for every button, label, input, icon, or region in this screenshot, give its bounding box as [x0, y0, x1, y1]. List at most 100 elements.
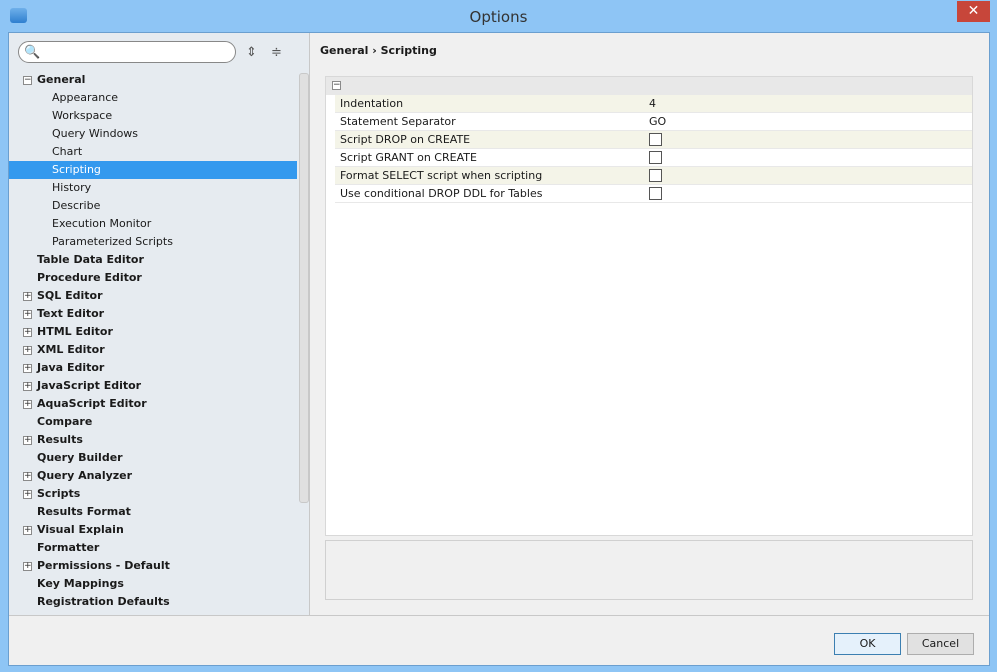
tree-item[interactable]: + Results — [9, 431, 297, 449]
options-dialog: 🔍 ⇕ ≑ − General Appearance Workspace Query W… — [8, 32, 990, 666]
tree-item-label: Query Builder — [37, 451, 123, 464]
property-value[interactable]: 4 — [649, 95, 656, 113]
tree-item-label: Chart — [52, 145, 83, 158]
property-label: Script GRANT on CREATE — [340, 151, 477, 164]
ok-button[interactable]: OK — [834, 633, 901, 655]
search-icon: 🔍 — [24, 45, 41, 60]
property-checkbox[interactable] — [649, 187, 662, 200]
property-checkbox[interactable] — [649, 169, 662, 182]
window-title: Options — [469, 8, 528, 26]
cancel-button[interactable]: Cancel — [907, 633, 974, 655]
tree-item-label: Procedure Editor — [37, 271, 142, 284]
tree-item[interactable]: Formatter — [9, 539, 297, 557]
tree-item[interactable]: Execution Monitor — [9, 215, 297, 233]
expand-icon[interactable]: + — [23, 562, 32, 571]
property-value[interactable]: GO — [649, 113, 666, 131]
collapse-icon[interactable]: − — [332, 81, 341, 90]
tree-item[interactable]: Appearance — [9, 89, 297, 107]
tree-item-label: Describe — [52, 199, 101, 212]
expand-icon[interactable]: + — [23, 328, 32, 337]
tree-item-label: XML Editor — [37, 343, 105, 356]
expand-icon[interactable]: + — [23, 400, 32, 409]
tree-item-label: Workspace — [52, 109, 113, 122]
tree-item[interactable]: Procedure Editor — [9, 269, 297, 287]
tree-item-label: Scripts — [37, 487, 81, 500]
tree-item-label: Parameterized Scripts — [52, 235, 173, 248]
tree-item[interactable]: Workspace — [9, 107, 297, 125]
expand-icon[interactable]: + — [23, 292, 32, 301]
tree-item[interactable]: Compare — [9, 413, 297, 431]
breadcrumb: General › Scripting — [320, 44, 437, 57]
tree-item[interactable]: Query Builder — [9, 449, 297, 467]
tree-item[interactable]: + Permissions - Default — [9, 557, 297, 575]
tree-item[interactable]: Scripting — [9, 161, 297, 179]
tree-item-label: Formatter — [37, 541, 100, 554]
property-row: Script GRANT on CREATE — [335, 149, 972, 167]
property-label: Indentation — [340, 97, 404, 110]
collapse-icon[interactable]: − — [23, 76, 32, 85]
title-bar: Options ✕ — [0, 0, 997, 33]
tree-scrollbar[interactable] — [299, 73, 309, 503]
tree-item-label: Key Mappings — [37, 577, 124, 590]
property-checkbox[interactable] — [649, 133, 662, 146]
expand-icon[interactable]: + — [23, 346, 32, 355]
tree-item-label: AquaScript Editor — [37, 397, 147, 410]
expand-icon[interactable]: + — [23, 472, 32, 481]
tree-item[interactable]: Results Format — [9, 503, 297, 521]
expand-icon[interactable]: + — [23, 436, 32, 445]
tree-item[interactable]: Table Data Editor — [9, 251, 297, 269]
property-row: Statement Separator GO — [335, 113, 972, 131]
tree-item-label: Execution Monitor — [52, 217, 152, 230]
property-row: Use conditional DROP DDL for Tables — [335, 185, 972, 203]
divider — [9, 615, 989, 616]
expand-icon[interactable]: + — [23, 364, 32, 373]
tree-item[interactable]: + Java Editor — [9, 359, 297, 377]
property-label: Use conditional DROP DDL for Tables — [340, 187, 543, 200]
tree-item[interactable]: + Scripts — [9, 485, 297, 503]
search-input[interactable]: 🔍 — [18, 41, 236, 63]
expand-icon[interactable]: + — [23, 490, 32, 499]
expand-all-icon[interactable]: ⇕ — [246, 45, 257, 60]
tree-item[interactable]: Query Windows — [9, 125, 297, 143]
tree-item-label: JavaScript Editor — [37, 379, 142, 392]
tree-item[interactable]: + AquaScript Editor — [9, 395, 297, 413]
options-tree: − General Appearance Workspace Query Windows… — [9, 71, 297, 611]
close-button[interactable]: ✕ — [957, 1, 990, 22]
tree-item-label: Registration Defaults — [37, 595, 170, 608]
tree-item[interactable]: + HTML Editor — [9, 323, 297, 341]
tree-item-label: Scripting — [52, 163, 101, 176]
tree-item-label: Permissions - Default — [37, 559, 170, 572]
property-group-header: − — [326, 77, 972, 95]
property-row: Script DROP on CREATE — [335, 131, 972, 149]
tree-item[interactable]: + JavaScript Editor — [9, 377, 297, 395]
tree-item-label: History — [52, 181, 92, 194]
tree-item[interactable]: Chart — [9, 143, 297, 161]
tree-item[interactable]: + SQL Editor — [9, 287, 297, 305]
property-row: Indentation 4 — [335, 95, 972, 113]
tree-item[interactable]: Describe — [9, 197, 297, 215]
tree-item[interactable]: − General — [9, 71, 297, 89]
tree-item-label: HTML Editor — [37, 325, 113, 338]
tree-item-label: Text Editor — [37, 307, 105, 320]
expand-icon[interactable]: + — [23, 382, 32, 391]
tree-item-label: General — [37, 73, 86, 86]
tree-item[interactable]: Registration Defaults — [9, 593, 297, 611]
property-grid: − Indentation 4 Statement Separator GO Scrip… — [325, 76, 973, 536]
collapse-all-icon[interactable]: ≑ — [271, 45, 282, 60]
tree-item[interactable]: + Text Editor — [9, 305, 297, 323]
tree-item[interactable]: History — [9, 179, 297, 197]
expand-icon[interactable]: + — [23, 310, 32, 319]
options-tree-panel: 🔍 ⇕ ≑ − General Appearance Workspace Query W… — [9, 33, 310, 615]
tree-item-label: SQL Editor — [37, 289, 103, 302]
tree-item-label: Query Windows — [52, 127, 139, 140]
property-label: Statement Separator — [340, 115, 456, 128]
property-checkbox[interactable] — [649, 151, 662, 164]
expand-icon[interactable]: + — [23, 526, 32, 535]
tree-item[interactable]: Parameterized Scripts — [9, 233, 297, 251]
tree-item[interactable]: Key Mappings — [9, 575, 297, 593]
tree-item[interactable]: + Query Analyzer — [9, 467, 297, 485]
tree-item[interactable]: + XML Editor — [9, 341, 297, 359]
tree-item-label: Query Analyzer — [37, 469, 133, 482]
tree-item[interactable]: + Visual Explain — [9, 521, 297, 539]
tree-item-label: Visual Explain — [37, 523, 124, 536]
